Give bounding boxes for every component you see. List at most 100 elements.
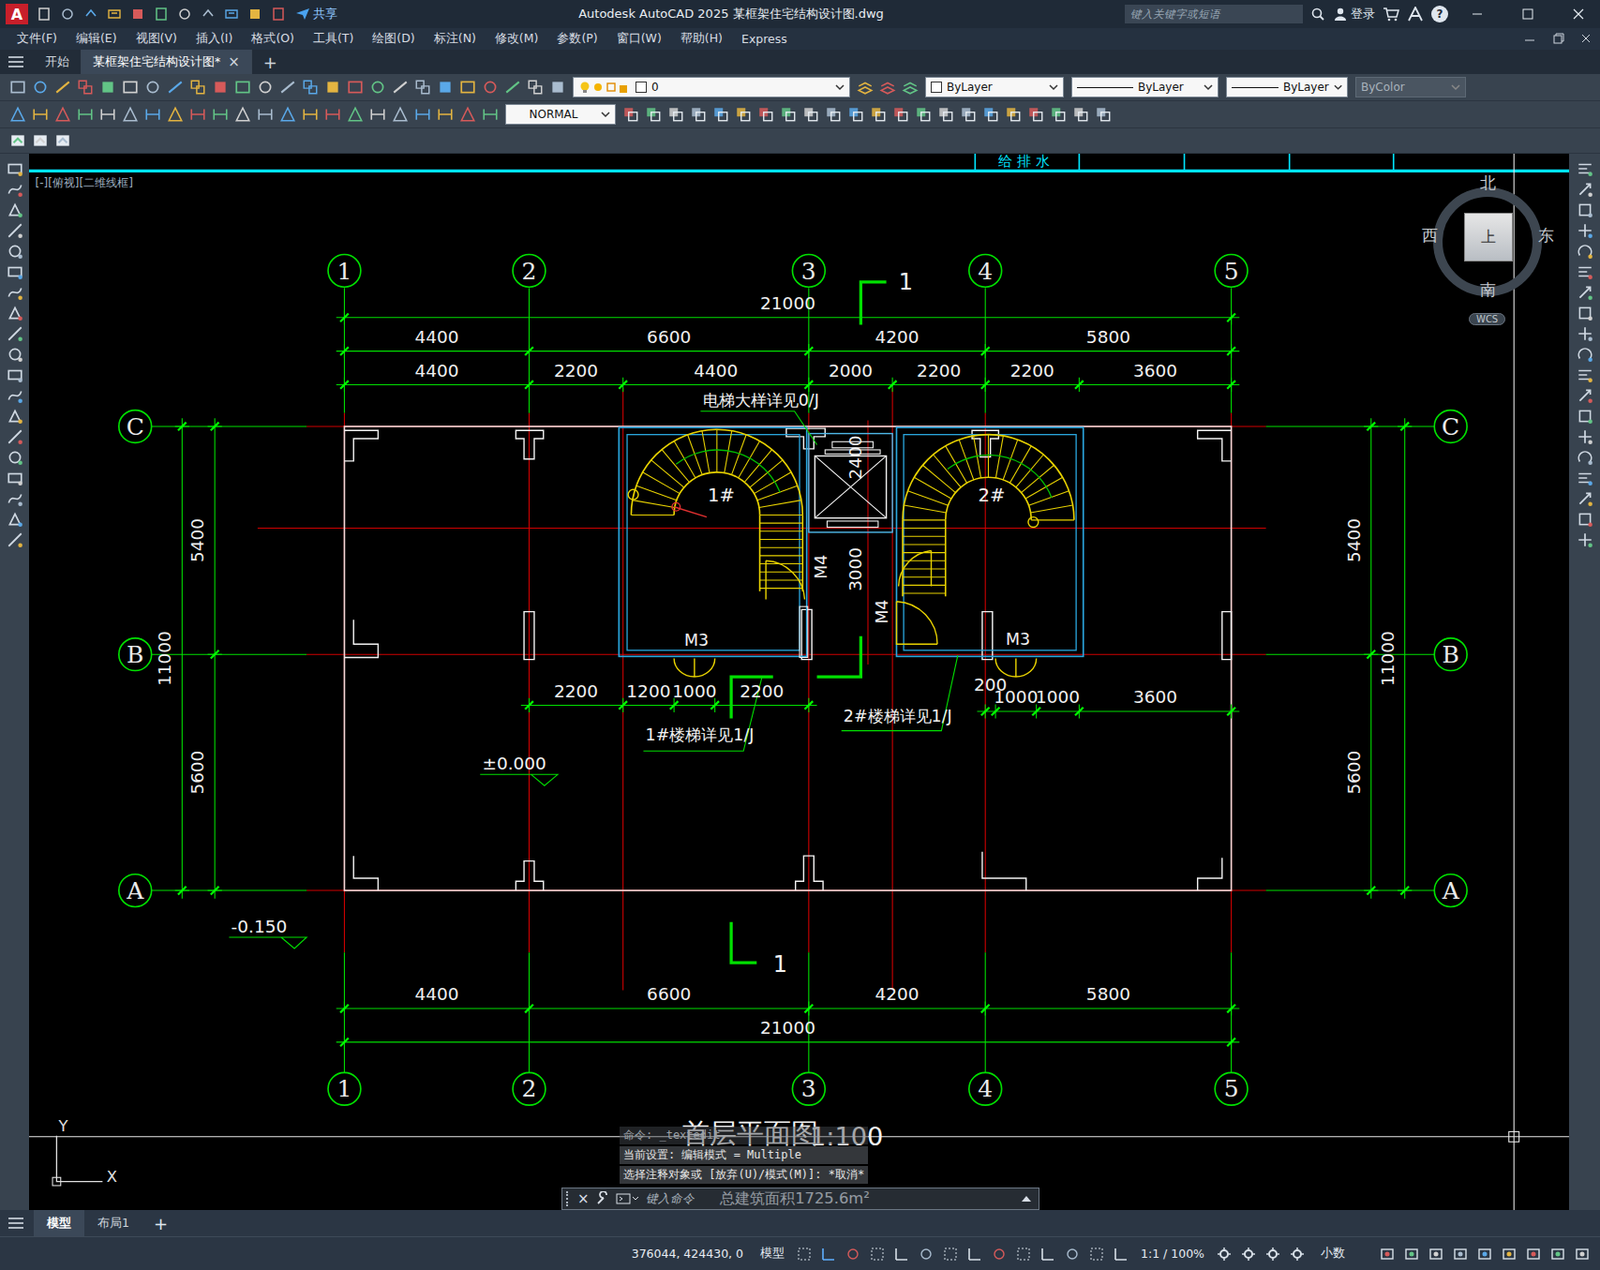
floor-plan[interactable]: 给 排 水[-][俯视][二维线框]2100044006600420058004… — [29, 153, 1570, 1211]
toolbar-icon[interactable] — [29, 76, 51, 98]
quick-access-icon[interactable] — [104, 3, 125, 25]
toolbar-icon[interactable] — [434, 76, 456, 98]
toolbar-icon[interactable] — [299, 76, 321, 98]
modify-tool-icon[interactable] — [867, 104, 889, 125]
block-tool-icon[interactable] — [7, 130, 29, 151]
menu-item[interactable]: 帮助(H) — [671, 30, 733, 47]
color-dropdown[interactable]: ByLayer — [925, 76, 1064, 98]
dimension-chain[interactable]: 2200120010002200 — [521, 681, 818, 713]
cart-icon[interactable] — [1382, 6, 1400, 22]
menu-item[interactable]: 文件(F) — [7, 30, 67, 47]
draw-tool-icon[interactable] — [4, 427, 26, 447]
dimension-tool-icon[interactable] — [344, 104, 366, 125]
draw-tool-icon[interactable] — [4, 344, 26, 364]
toolbar-icon[interactable] — [164, 76, 186, 98]
dimension-tool-icon[interactable] — [412, 104, 434, 125]
toolbar-icon[interactable] — [277, 76, 299, 98]
dimension-chain[interactable]: 21000 — [336, 1017, 1241, 1049]
dimension-chain[interactable]: 4400660042005800 — [336, 984, 1241, 1016]
status-tool-icon[interactable] — [1262, 1243, 1284, 1265]
axis-bubble[interactable]: A — [119, 874, 152, 908]
status-toggle-icon[interactable] — [1086, 1243, 1107, 1265]
annotation-text[interactable]: 2#楼梯详见1/J — [843, 706, 953, 726]
draw-tool-icon[interactable] — [4, 365, 26, 385]
status-tool-icon[interactable] — [1523, 1243, 1544, 1265]
draw-tool-icon[interactable] — [4, 324, 26, 344]
annotation-text[interactable]: 1#楼梯详见1/J — [645, 725, 755, 745]
modify-tool-icon[interactable] — [1574, 283, 1596, 302]
draw-tool-icon[interactable] — [4, 283, 26, 302]
toolbar-icon[interactable] — [74, 76, 96, 98]
menu-item[interactable]: 修改(M) — [485, 30, 549, 47]
modify-tool-icon[interactable] — [1574, 509, 1596, 529]
tab-close-button[interactable]: × — [227, 53, 240, 71]
draw-tool-icon[interactable] — [4, 530, 26, 550]
modify-tool-icon[interactable] — [1070, 104, 1092, 125]
ucs-menu[interactable]: WCS — [1468, 313, 1506, 326]
app-logo[interactable]: A — [5, 3, 29, 25]
status-tool-icon[interactable] — [1498, 1243, 1520, 1265]
dimension-tool-icon[interactable] — [367, 104, 389, 125]
layout-tab[interactable]: 模型 — [33, 1210, 85, 1237]
dimension-tool-icon[interactable] — [389, 104, 411, 125]
share-button[interactable]: 共享 — [295, 5, 338, 23]
prompt-icon[interactable] — [615, 1191, 641, 1207]
draw-tool-icon[interactable] — [4, 386, 26, 405]
annotation-text[interactable]: M4 — [811, 554, 831, 580]
status-tool-icon[interactable] — [1450, 1243, 1471, 1265]
status-tool-icon[interactable] — [1571, 1243, 1593, 1265]
annotation-text[interactable]: 1# — [707, 484, 735, 507]
dimension-chain[interactable]: 54005600 — [187, 418, 223, 898]
dimension-tool-icon[interactable] — [254, 104, 276, 125]
dimension-tool-icon[interactable] — [187, 104, 209, 125]
toolbar-icon[interactable] — [389, 76, 411, 98]
status-toggle-icon[interactable] — [842, 1243, 864, 1265]
draw-tool-icon[interactable] — [4, 159, 26, 179]
dimension-tool-icon[interactable] — [7, 104, 29, 125]
draw-tool-icon[interactable] — [4, 303, 26, 323]
toolbar-icon[interactable] — [367, 76, 389, 98]
modify-tool-icon[interactable] — [845, 104, 867, 125]
command-close-button[interactable]: × — [577, 1190, 590, 1208]
modify-tool-icon[interactable] — [665, 104, 687, 125]
modify-tool-icon[interactable] — [1574, 159, 1596, 179]
modify-tool-icon[interactable] — [620, 104, 642, 125]
axis-bubble[interactable]: 3 — [792, 254, 825, 287]
modify-tool-icon[interactable] — [1574, 303, 1596, 323]
status-toggle-icon[interactable] — [964, 1243, 986, 1265]
wrench-icon[interactable] — [595, 1191, 611, 1207]
axis-bubble[interactable]: 1 — [328, 254, 361, 287]
viewcube-face[interactable]: 上 — [1464, 212, 1513, 262]
dimension-tool-icon[interactable] — [232, 104, 254, 125]
coordinates[interactable]: 376044, 424430, 0 — [631, 1246, 744, 1261]
menu-item[interactable]: 插入(I) — [186, 30, 242, 47]
command-input[interactable]: 键入命令 — [645, 1191, 1015, 1208]
annotation-text[interactable]: 1 — [773, 951, 788, 978]
dimension-chain[interactable]: 54005600 — [1344, 418, 1379, 898]
status-toggle-icon[interactable] — [915, 1243, 937, 1265]
axis-bubble[interactable]: C — [1434, 410, 1467, 444]
model-space-button[interactable]: 模型 — [754, 1245, 791, 1262]
maximize-icon[interactable] — [1506, 0, 1550, 29]
layer-tool-icon[interactable] — [877, 76, 898, 98]
status-toggle-icon[interactable] — [1037, 1243, 1059, 1265]
status-toggle-icon[interactable] — [867, 1243, 888, 1265]
toolbar-icon[interactable] — [322, 76, 344, 98]
toolbar-icon[interactable] — [502, 76, 524, 98]
menu-item[interactable]: 编辑(E) — [66, 30, 127, 47]
plotstyle-dropdown[interactable]: ByColor — [1355, 76, 1466, 98]
modify-tool-icon[interactable] — [980, 104, 1002, 125]
dimension-tool-icon[interactable] — [457, 104, 479, 125]
compass-west[interactable]: 西 — [1420, 224, 1439, 247]
dimension-chain[interactable]: 4400220044002000220022003600 — [336, 360, 1241, 392]
annotation-text[interactable]: 3000 — [845, 547, 866, 592]
modify-tool-icon[interactable] — [935, 104, 957, 125]
quick-access-icon[interactable] — [80, 3, 102, 25]
status-tool-icon[interactable] — [1238, 1243, 1259, 1265]
annotation-text[interactable]: -0.150 — [231, 916, 288, 937]
dimension-tool-icon[interactable] — [119, 104, 141, 125]
modify-tool-icon[interactable] — [710, 104, 732, 125]
block-tool-icon[interactable] — [52, 130, 74, 151]
modify-tool-icon[interactable] — [1574, 344, 1596, 364]
document-tab[interactable]: 开始 — [33, 49, 82, 75]
